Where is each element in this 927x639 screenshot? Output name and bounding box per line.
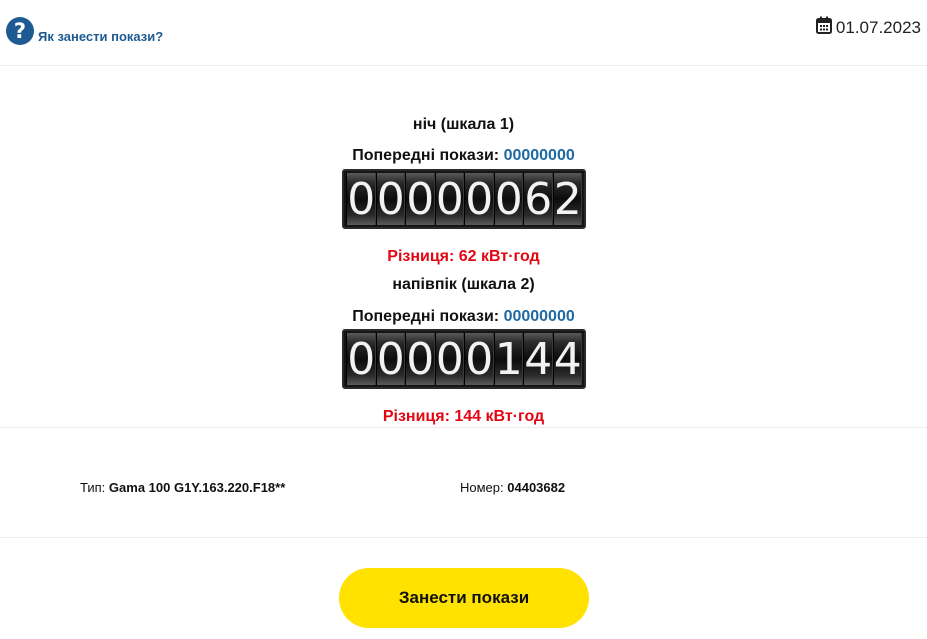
- meter-type-label: Тип:: [80, 480, 106, 495]
- counter-digit[interactable]: 0: [434, 173, 464, 225]
- meter-number: Номер: 04403682: [460, 480, 565, 495]
- counter-digit[interactable]: 0: [375, 173, 405, 225]
- scale-1-title: ніч (шкала 1): [0, 116, 927, 134]
- meter-reading-page: ? Як занести покази? 01.07.2023 ніч (шка…: [0, 0, 927, 639]
- date-display: 01.07.2023: [815, 16, 921, 39]
- previous-label: Попередні покази:: [352, 147, 500, 164]
- counter-digit[interactable]: 0: [405, 333, 435, 385]
- counter-digit[interactable]: 0: [375, 333, 405, 385]
- header: ? Як занести покази? 01.07.2023: [0, 0, 927, 66]
- reading-counter-scale-1[interactable]: 0 0 0 0 0 0 6 2: [342, 169, 586, 229]
- question-circle-icon: ?: [6, 17, 34, 45]
- counter-digit[interactable]: 1: [493, 333, 523, 385]
- counter-digit[interactable]: 0: [464, 333, 494, 385]
- meter-number-value: 04403682: [507, 480, 566, 495]
- reading-counter-scale-2[interactable]: 0 0 0 0 0 1 4 4: [342, 329, 586, 389]
- scale-2-previous: Попередні покази: 00000000: [0, 308, 927, 326]
- date-text: 01.07.2023: [835, 17, 921, 37]
- meter-type-value: Gama 100 G1Y.163.220.F18**: [108, 480, 286, 495]
- difference-scale-2: Різниця: 144 кВт·год: [382, 408, 545, 425]
- meter-number-label: Номер:: [460, 480, 504, 495]
- counter-digit[interactable]: 6: [523, 173, 553, 225]
- scale-title: напівпік (шкала 2): [392, 276, 535, 293]
- counter-digit[interactable]: 0: [346, 173, 376, 225]
- divider: [0, 427, 927, 428]
- difference-scale-1: Різниця: 62 кВт·год: [387, 248, 540, 265]
- scale-1-previous: Попередні покази: 00000000: [0, 147, 927, 165]
- counter-digit[interactable]: 2: [552, 173, 582, 225]
- help-label: Як занести покази?: [38, 28, 164, 44]
- scale-title: ніч (шкала 1): [412, 116, 515, 133]
- help-link[interactable]: ? Як занести покази?: [6, 17, 163, 45]
- counter-digit[interactable]: 0: [346, 333, 376, 385]
- scale-2-title: напівпік (шкала 2): [0, 276, 927, 294]
- previous-value: 00000000: [503, 308, 575, 325]
- meter-type: Тип: Gama 100 G1Y.163.220.F18**: [80, 480, 285, 495]
- previous-label: Попередні покази:: [352, 308, 500, 325]
- counter-digit[interactable]: 4: [552, 333, 582, 385]
- counter-digit[interactable]: 0: [405, 173, 435, 225]
- counter-digit[interactable]: 4: [523, 333, 553, 385]
- calendar-icon: [815, 16, 832, 39]
- divider: [0, 537, 927, 538]
- counter-digit[interactable]: 0: [434, 333, 464, 385]
- counter-digit[interactable]: 0: [464, 173, 494, 225]
- submit-readings-button[interactable]: Занести покази: [339, 568, 589, 628]
- previous-value: 00000000: [503, 147, 575, 164]
- counter-digit[interactable]: 0: [493, 173, 523, 225]
